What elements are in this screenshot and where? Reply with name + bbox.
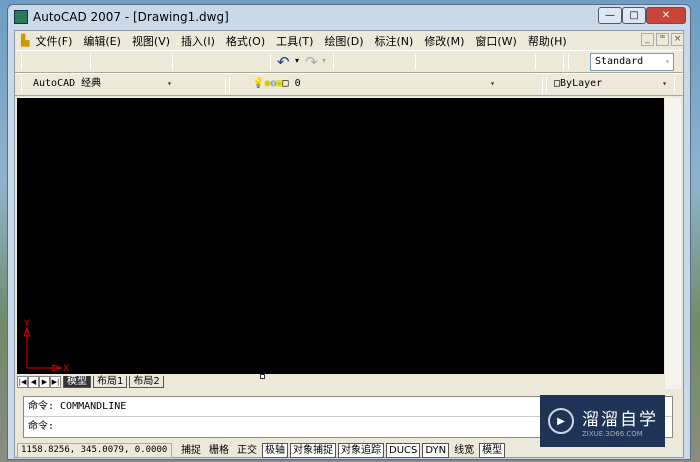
menu-tools[interactable]: 工具(T) [276, 33, 313, 49]
menu-file[interactable]: 文件(F) [35, 33, 72, 49]
layer-color-icon: □ [282, 78, 289, 89]
layers-toolbar: AutoCAD 经典 ▾ 💡●◍▣□ 0 ▾ □ByLayer ▾ [15, 73, 683, 96]
coordinates-readout: 1158.8256, 345.0079, 0.0000 [17, 442, 172, 458]
snap-toggle[interactable]: 捕捉 [178, 443, 204, 458]
watermark-name: 溜溜自学 [582, 409, 658, 430]
watermark-url: ZIXUE.3D66.COM [582, 429, 643, 438]
doc-minimize-button[interactable]: _ [641, 33, 654, 46]
menu-view[interactable]: 视图(V) [132, 33, 170, 49]
autocad-app-icon [14, 10, 28, 24]
redo-dropdown-icon: ▾ [322, 56, 327, 65]
menu-insert[interactable]: 插入(I) [181, 33, 215, 49]
menu-help[interactable]: 帮助(H) [528, 33, 567, 49]
otrack-toggle[interactable]: 对象追踪 [338, 442, 384, 458]
app-client: ▙ 文件(F) 编辑(E) 视图(V) 插入(I) 格式(O) 工具(T) 绘图… [14, 30, 684, 458]
polar-toggle[interactable]: 极轴 [262, 442, 288, 458]
tab-layout1[interactable]: 布局1 [93, 375, 128, 388]
menu-dimension[interactable]: 标注(N) [375, 33, 414, 49]
next-tab-button[interactable]: ▶ [39, 375, 50, 388]
title-bar: AutoCAD 2007 - [Drawing1.dwg] [8, 5, 690, 29]
layer-value: 0 [294, 78, 301, 89]
horizontal-scroll-thumb[interactable] [260, 374, 265, 379]
color-select[interactable]: □ByLayer ▾ [550, 76, 670, 94]
drawing-canvas[interactable]: Y X [17, 98, 664, 374]
ortho-toggle[interactable]: 正交 [234, 443, 260, 458]
grid-toggle[interactable]: 栅格 [206, 443, 232, 458]
text-style-value: Standard [595, 56, 644, 67]
lineweight-toggle[interactable]: 线宽 [451, 443, 477, 458]
menu-draw[interactable]: 绘图(D) [324, 33, 363, 49]
close-button[interactable]: ✕ [646, 7, 686, 24]
doc-restore-button[interactable]: ꟹ [656, 33, 669, 46]
autocad-window: AutoCAD 2007 - [Drawing1.dwg] — □ ✕ ▙ 文件… [7, 4, 691, 460]
workspace-value: AutoCAD 经典 [33, 78, 102, 89]
dyn-toggle[interactable]: DYN [422, 442, 450, 458]
play-logo-icon: ▶ [548, 408, 574, 434]
layout-tabs: |◀ ◀ ▶ ▶| 模型 布局1 布局2 [17, 374, 664, 389]
menu-window[interactable]: 窗口(W) [475, 33, 516, 49]
model-toggle[interactable]: 模型 [479, 442, 506, 458]
last-tab-button[interactable]: ▶| [50, 375, 61, 388]
tab-model[interactable]: 模型 [63, 375, 91, 388]
menu-bar: ▙ 文件(F) 编辑(E) 视图(V) 插入(I) 格式(O) 工具(T) 绘图… [15, 31, 684, 50]
x-axis-label: X [63, 364, 69, 374]
window-title: AutoCAD 2007 - [Drawing1.dwg] [33, 10, 229, 24]
doc-close-button[interactable]: × [671, 33, 684, 46]
tab-layout2[interactable]: 布局2 [129, 375, 164, 388]
osnap-toggle[interactable]: 对象捕捉 [290, 442, 336, 458]
undo-dropdown-icon[interactable]: ▾ [295, 56, 299, 65]
y-axis-label: Y [23, 319, 30, 329]
first-tab-button[interactable]: |◀ [17, 375, 28, 388]
color-value: ByLayer [560, 78, 603, 89]
menu-modify[interactable]: 修改(M) [424, 33, 464, 49]
standard-toolbar: ↶ ▾ ↷ ▾ Standard ▾ [15, 50, 683, 73]
text-style-select[interactable]: Standard ▾ [590, 53, 674, 71]
layer-on-icon: 💡 [252, 78, 265, 89]
undo-icon[interactable]: ↶ [277, 53, 290, 71]
menu-edit[interactable]: 编辑(E) [83, 33, 121, 49]
vertical-scrollbar[interactable] [665, 98, 681, 389]
minimize-button[interactable]: — [598, 7, 622, 24]
maximize-button[interactable]: □ [622, 7, 646, 24]
menu-format[interactable]: 格式(O) [226, 33, 265, 49]
ducs-toggle[interactable]: DUCS [386, 442, 421, 458]
ucs-icon: Y X [23, 319, 69, 374]
document-icon: ▙ [21, 34, 30, 47]
watermark: ▶ 溜溜自学 ZIXUE.3D66.COM [540, 395, 665, 447]
redo-icon[interactable]: ↷ [305, 53, 318, 71]
workspace-select[interactable]: AutoCAD 经典 ▾ [29, 76, 175, 94]
layer-select[interactable]: 💡●◍▣□ 0 ▾ [248, 76, 498, 94]
prev-tab-button[interactable]: ◀ [28, 375, 39, 388]
